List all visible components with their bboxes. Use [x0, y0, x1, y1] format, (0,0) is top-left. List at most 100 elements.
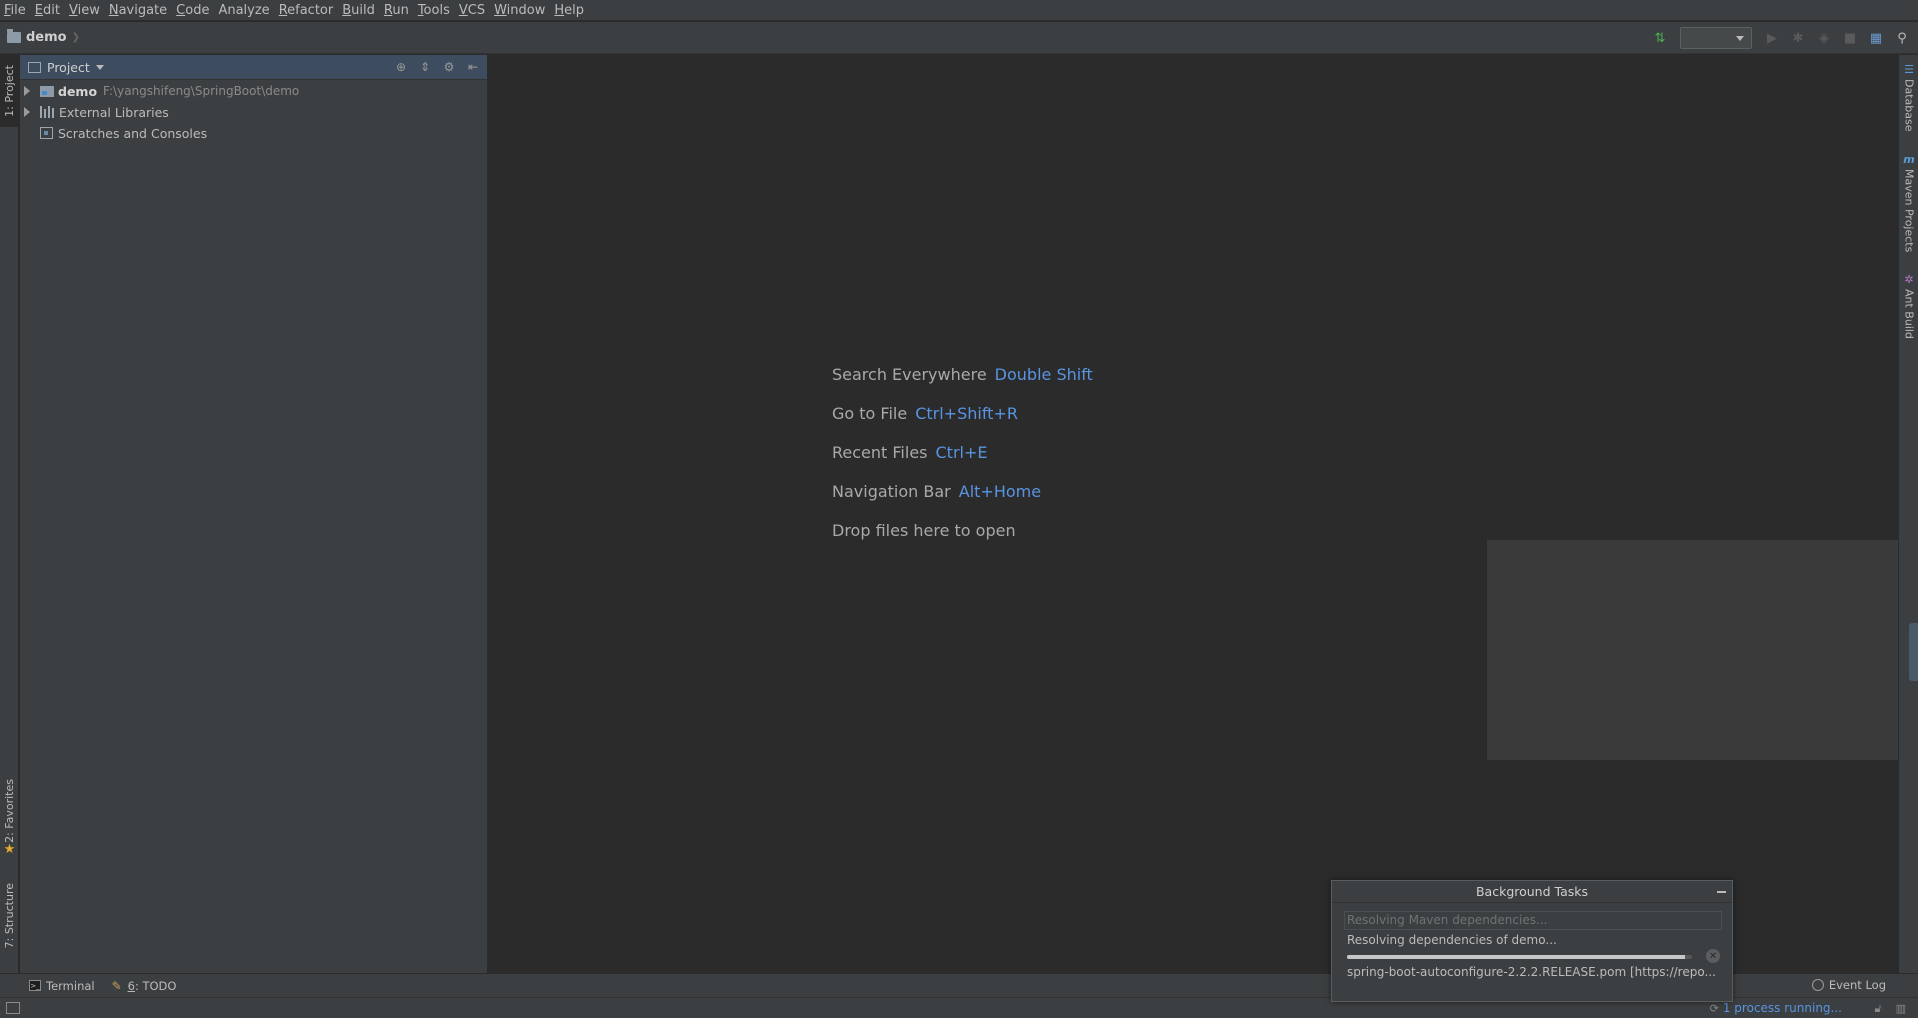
build-icon[interactable]: ⇅: [1650, 28, 1670, 48]
tree-item-path: F:\yangshifeng\SpringBoot\demo: [103, 84, 300, 98]
memory-indicator[interactable]: [1909, 623, 1918, 681]
process-icon: ⟳: [1709, 1001, 1719, 1015]
menu-edit[interactable]: Edit: [35, 3, 60, 18]
menu-refactor[interactable]: Refactor: [279, 3, 334, 18]
tool-tab-project[interactable]: 1: Project: [0, 55, 19, 127]
background-tasks-title-text: Background Tasks: [1475, 884, 1589, 899]
tool-tab-todo[interactable]: ✎ 6: TODO: [111, 979, 177, 993]
background-process-indicator[interactable]: ⟳ 1 process running...: [1710, 1001, 1842, 1015]
project-structure-icon[interactable]: ▦: [1866, 28, 1886, 48]
maven-icon: m: [1903, 152, 1915, 166]
hint-search-everywhere: Search Everywhere Double Shift: [832, 365, 1093, 384]
task-progress-fill: [1347, 955, 1686, 959]
menu-tools[interactable]: Tools: [418, 3, 450, 18]
hint-shortcut: Alt+Home: [958, 482, 1042, 501]
lock-icon[interactable]: 🔓︎: [1874, 1002, 1881, 1016]
menu-build[interactable]: Build: [342, 3, 375, 18]
task-subtitle: Resolving dependencies of demo...: [1347, 933, 1557, 947]
menu-window[interactable]: Window: [494, 3, 545, 18]
toggle-tool-windows-icon[interactable]: [6, 1002, 20, 1014]
project-view-title[interactable]: Project: [47, 60, 90, 75]
tool-tab-maven[interactable]: m Maven Projects: [1899, 152, 1918, 253]
main-toolbar: ⇅ ▶ ✱ ◈ ■ ▦ ⚲: [1650, 26, 1912, 50]
hint-text: Drop files here to open: [832, 521, 1016, 540]
tool-tab-structure[interactable]: 7: Structure: [0, 875, 19, 957]
search-icon[interactable]: ⚲: [1892, 28, 1912, 48]
hint-text: Navigation Bar: [832, 482, 951, 501]
left-tool-stripe: 1: Project 2: Favorites ★ 7: Structure: [0, 55, 19, 973]
tool-tab-maven-label: Maven Projects: [1902, 169, 1916, 253]
stop-icon[interactable]: ■: [1840, 28, 1860, 48]
task-progress-bar: [1347, 955, 1692, 959]
database-icon: ☰: [1904, 62, 1914, 76]
background-tasks-popup: Background Tasks Resolving Maven depende…: [1331, 880, 1733, 1002]
tool-tab-event-log[interactable]: Event Log: [1811, 978, 1886, 992]
scroll-from-source-icon[interactable]: ⊕: [393, 59, 409, 75]
tool-tab-ant-label: Ant Build: [1902, 289, 1916, 339]
expand-arrow-icon[interactable]: [24, 107, 30, 117]
run-icon[interactable]: ▶: [1762, 28, 1782, 48]
tree-item-label: External Libraries: [59, 104, 169, 120]
tool-tab-todo-label: 6: TODO: [127, 978, 177, 993]
breadcrumb[interactable]: demo ❯: [7, 29, 80, 45]
terminal-icon: >_: [29, 980, 41, 991]
hint-shortcut: Ctrl+E: [935, 443, 988, 462]
tree-item-label: Scratches and Consoles: [58, 125, 208, 141]
menu-help[interactable]: Help: [554, 3, 584, 18]
menu-bar: File Edit View Navigate Code Analyze Ref…: [0, 0, 1918, 21]
editor-area[interactable]: [489, 55, 1898, 973]
module-folder-icon: [40, 85, 54, 97]
coverage-icon[interactable]: ◈: [1814, 28, 1834, 48]
hint-text: Go to File: [832, 404, 908, 423]
hint-shortcut: Ctrl+Shift+R: [915, 404, 1018, 423]
task-title: Resolving Maven dependencies...: [1344, 911, 1722, 930]
hide-icon[interactable]: ⇤: [465, 59, 481, 75]
tree-item-label: demo: [58, 83, 98, 99]
menu-file[interactable]: File: [4, 3, 26, 18]
chevron-right-icon: ❯: [71, 32, 80, 43]
background-tasks-body: Resolving Maven dependencies... Resolvin…: [1344, 911, 1722, 979]
menu-analyze[interactable]: Analyze: [218, 3, 269, 18]
tree-item-external-libraries[interactable]: External Libraries: [20, 102, 169, 122]
cancel-task-button[interactable]: ✕: [1706, 949, 1720, 963]
chevron-down-icon[interactable]: [95, 64, 104, 70]
folder-icon: [7, 29, 21, 43]
minimize-icon[interactable]: [1717, 891, 1726, 893]
ant-icon: ✲: [1904, 272, 1914, 286]
project-view-icon: [28, 61, 41, 73]
right-tool-stripe: ☰ Database m Maven Projects ✲ Ant Build: [1898, 55, 1918, 973]
task-detail: spring-boot-autoconfigure-2.2.2.RELEASE.…: [1347, 965, 1716, 979]
menu-run[interactable]: Run: [384, 3, 409, 18]
hint-recent-files: Recent Files Ctrl+E: [832, 443, 987, 462]
tool-tab-favorites[interactable]: 2: Favorites ★: [0, 779, 19, 858]
navigation-bar: demo ❯ ⇅ ▶ ✱ ◈ ■ ▦ ⚲: [0, 22, 1918, 54]
expand-arrow-icon[interactable]: [24, 86, 30, 96]
scratches-icon: [40, 127, 53, 139]
tool-tab-structure-label: 7: Structure: [3, 883, 16, 949]
breadcrumb-project[interactable]: demo: [26, 30, 67, 45]
menu-navigate[interactable]: Navigate: [109, 3, 167, 18]
project-tool-window: Project ⊕ ⇕ ⚙ ⇤ demo F:\yangshifeng\Spri…: [20, 55, 488, 973]
run-configuration-select[interactable]: [1680, 27, 1752, 49]
collapse-all-icon[interactable]: ⇕: [417, 59, 433, 75]
tool-tab-terminal[interactable]: >_ Terminal: [29, 979, 95, 993]
menu-vcs[interactable]: VCS: [459, 3, 485, 18]
process-status-text: 1 process running...: [1722, 1001, 1842, 1015]
gear-icon[interactable]: ⚙: [441, 59, 457, 75]
overlay-panel: [1487, 540, 1898, 760]
hint-drop-files: Drop files here to open: [832, 521, 1016, 540]
menu-view[interactable]: View: [69, 3, 100, 18]
project-header: Project ⊕ ⇕ ⚙ ⇤: [20, 55, 487, 80]
tool-tab-terminal-label: Terminal: [46, 978, 95, 993]
menu-code[interactable]: Code: [176, 3, 209, 18]
tool-tab-favorites-label: 2: Favorites: [3, 778, 16, 843]
event-log-icon: [1811, 979, 1824, 991]
trash-icon[interactable]: ▥: [1896, 1002, 1906, 1016]
library-icon: [40, 106, 55, 118]
tree-item-scratches[interactable]: Scratches and Consoles: [20, 123, 207, 143]
tool-tab-ant[interactable]: ✲ Ant Build: [1899, 273, 1918, 339]
tree-item-demo[interactable]: demo F:\yangshifeng\SpringBoot\demo: [20, 81, 299, 101]
debug-icon[interactable]: ✱: [1788, 28, 1808, 48]
tool-tab-database[interactable]: ☰ Database: [1899, 63, 1918, 132]
star-icon: ★: [3, 842, 16, 858]
